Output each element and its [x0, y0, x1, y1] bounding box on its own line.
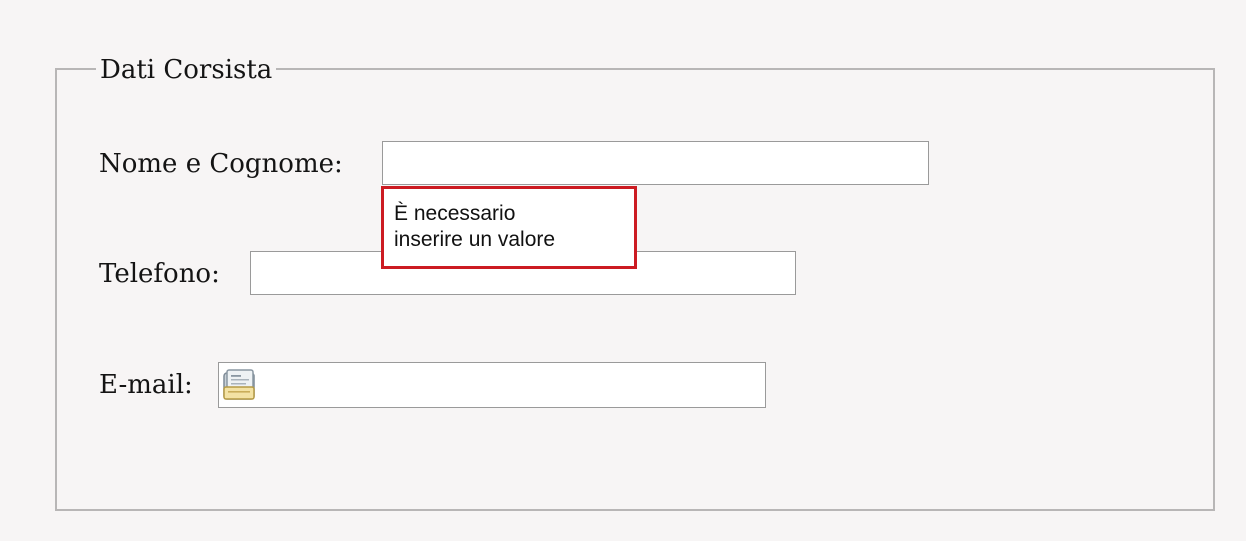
fieldset-legend: Dati Corsista — [96, 52, 277, 88]
email-input[interactable] — [263, 363, 771, 407]
nome-cognome-input[interactable] — [382, 141, 929, 185]
telefono-label: Telefono: — [99, 259, 220, 289]
email-label: E-mail: — [99, 370, 193, 400]
tooltip-line-2: inserire un valore — [394, 228, 556, 251]
validation-tooltip: È necessario inserire un valore — [381, 186, 637, 269]
tooltip-line-1: È necessario — [394, 202, 516, 225]
form-page: Dati Corsista Nome e Cognome: Telefono: … — [0, 0, 1246, 541]
email-field[interactable] — [218, 362, 771, 408]
nome-cognome-label: Nome e Cognome: — [99, 149, 343, 179]
contact-card-icon[interactable] — [222, 367, 258, 403]
